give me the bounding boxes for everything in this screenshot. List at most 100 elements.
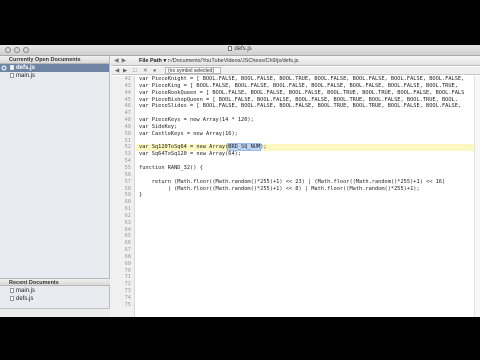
recent-doc-label: defs.js [16, 296, 34, 302]
open-doc-defs-js[interactable]: defs.js [0, 64, 109, 72]
document-icon [228, 46, 233, 51]
line-number: 63 [124, 219, 131, 226]
line-number: 46 [124, 103, 131, 110]
line-number: 71 [124, 274, 131, 281]
code-line[interactable] [136, 261, 480, 268]
code-line[interactable] [136, 268, 480, 275]
documents-sidebar: Currently Open Documents defs.js main.js… [0, 56, 110, 317]
line-number: 68 [124, 253, 131, 260]
line-number: 65 [124, 233, 131, 240]
code-line[interactable] [136, 295, 480, 302]
line-number: 57 [124, 178, 131, 185]
line-number: 62 [124, 212, 131, 219]
line-number: 48 [124, 117, 131, 124]
document-icon[interactable]: □ [133, 68, 136, 74]
js-file-icon [10, 288, 14, 293]
js-file-icon [10, 73, 14, 78]
close-document-icon[interactable]: ✕ [143, 68, 148, 74]
code-line[interactable] [136, 233, 480, 240]
code-line[interactable] [136, 199, 480, 206]
code-line[interactable]: var PieceKnight = [ BOOL.FALSE, BOOL.FAL… [136, 76, 480, 83]
file-path: ~/Documents/YouTubeVideos/JSChess/Ch9/js… [168, 58, 299, 64]
previous-document-icon[interactable]: ◀ [115, 68, 119, 74]
editor-pane: ◀ ▶ File Path ▾ : ~/Documents/YouTubeVid… [111, 56, 480, 317]
line-number: 52 [124, 144, 131, 151]
open-doc-main-js[interactable]: main.js [0, 72, 109, 80]
editor-window: defs.js Currently Open Documents defs.js… [0, 45, 480, 317]
line-number: 66 [124, 240, 131, 247]
line-number: 60 [124, 199, 131, 206]
code-line[interactable] [136, 247, 480, 254]
selected-token[interactable]: BRD_SQ_NUM [227, 143, 262, 152]
recent-documents-list: main.js defs.js [0, 287, 110, 303]
js-file-icon [10, 65, 14, 70]
next-document-icon[interactable]: ▶ [123, 68, 127, 74]
nav-buttons: ◀ ▶ [114, 57, 126, 64]
lock-icon[interactable]: ● [153, 68, 156, 74]
line-number: 56 [124, 171, 131, 178]
line-number: 64 [124, 226, 131, 233]
code-line[interactable] [136, 240, 480, 247]
code-line[interactable]: var PieceKeys = new Array(14 * 120); [136, 117, 480, 124]
code-line[interactable]: var SideKey; [136, 124, 480, 131]
open-doc-label: main.js [16, 73, 36, 79]
line-number: 43 [124, 82, 131, 89]
line-number: 75 [124, 301, 131, 308]
code-line[interactable]: var PieceRookQueen = [ BOOL.FALSE, BOOL.… [136, 90, 480, 97]
close-doc-icon[interactable] [1, 65, 7, 71]
code-area[interactable]: var PieceKnight = [ BOOL.FALSE, BOOL.FAL… [136, 76, 480, 317]
line-number: 70 [124, 267, 131, 274]
code-line[interactable] [136, 288, 480, 295]
recent-doc-label: main.js [16, 288, 36, 294]
forward-arrow-icon[interactable]: ▶ [122, 57, 127, 64]
code-line[interactable] [136, 281, 480, 288]
back-arrow-icon[interactable]: ◀ [114, 57, 119, 64]
open-documents-header: Currently Open Documents [0, 56, 109, 64]
code-line[interactable] [136, 110, 480, 117]
letterbox-bottom [0, 317, 480, 360]
symbol-bar: ◀ ▶ □ ✕ ● (no symbol selected) [111, 67, 480, 75]
recent-doc-main-js[interactable]: main.js [0, 287, 110, 295]
line-number-gutter: 42 43 44 45 46 47 48 49 50 51 52 53 54 55 56 57 58 59 60 61… [111, 76, 135, 317]
code-line[interactable] [136, 206, 480, 213]
recent-doc-defs-js[interactable]: defs.js [0, 295, 110, 303]
code-line[interactable]: var Sq120ToSq64 = new Array(BRD_SQ_NUM); [136, 143, 480, 152]
file-path-label[interactable]: File Path ▾ : [139, 58, 170, 64]
code-line[interactable] [136, 302, 480, 309]
code-line[interactable]: var PieceBishopQueen = [ BOOL.FALSE, BOO… [136, 97, 480, 104]
symbol-select[interactable]: (no symbol selected) [165, 67, 221, 74]
video-frame: defs.js Currently Open Documents defs.js… [0, 0, 480, 360]
code-line[interactable] [136, 213, 480, 220]
code-line[interactable] [136, 227, 480, 234]
line-number: 72 [124, 281, 131, 288]
line-number: 51 [124, 137, 131, 144]
code-line[interactable]: var PieceKing = [ BOOL.FALSE, BOOL.FALSE… [136, 83, 480, 90]
open-doc-label: defs.js [16, 65, 36, 71]
code-line[interactable]: var CastleKeys = new Array(16); [136, 131, 480, 138]
code-line[interactable] [136, 254, 480, 261]
line-number: 47 [124, 110, 131, 117]
vertical-scrollbar[interactable] [474, 76, 480, 317]
line-number: 69 [124, 260, 131, 267]
code-line[interactable]: function RAND_32() { [136, 165, 480, 172]
title-bar: defs.js [0, 45, 480, 56]
code-line[interactable] [136, 220, 480, 227]
line-number: 42 [124, 76, 131, 82]
code-line[interactable] [136, 158, 480, 165]
code-line[interactable]: var Sq64ToSq120 = new Array(64); [136, 151, 480, 158]
recent-documents-header: Recent Documents [0, 278, 110, 286]
code-line[interactable] [136, 274, 480, 281]
line-number: 58 [124, 185, 131, 192]
line-number: 50 [124, 130, 131, 137]
line-number: 45 [124, 96, 131, 103]
code-line[interactable]: var PieceSlides = [ BOOL.FALSE, BOOL.FAL… [136, 103, 480, 110]
line-number: 54 [124, 158, 131, 165]
code-line[interactable]: | (Math.floor((Math.random()*255)+1) << … [136, 186, 480, 193]
line-number: 73 [124, 288, 131, 295]
line-number: 44 [124, 89, 131, 96]
code-line[interactable] [136, 172, 480, 179]
sidebar-footer [0, 308, 110, 317]
code-line[interactable]: } [136, 192, 480, 199]
code-line[interactable]: return (Math.floor((Math.random()*255)+1… [136, 179, 480, 186]
line-number: 67 [124, 247, 131, 254]
